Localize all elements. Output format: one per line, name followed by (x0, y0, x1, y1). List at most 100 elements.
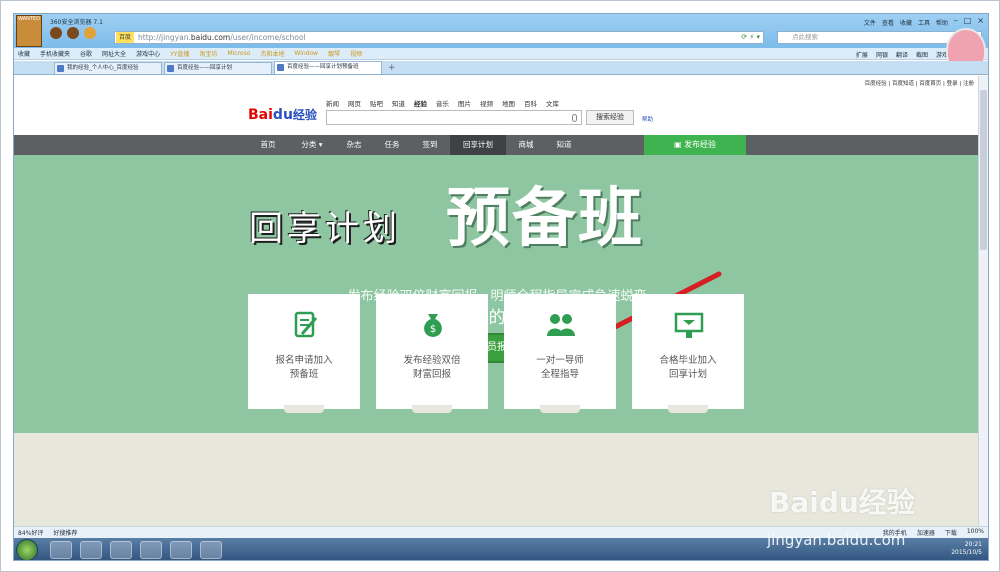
feature-card[interactable]: $ 发布经验双倍 财富回报 (376, 294, 488, 413)
scrollbar-thumb[interactable] (980, 90, 987, 250)
extension-item[interactable]: 翻译 (896, 50, 908, 59)
window-controls: – □ × (954, 16, 984, 25)
main-nav-home[interactable]: 首页 (250, 135, 286, 155)
baidu-logo[interactable]: Baidu经验 (248, 106, 317, 123)
main-nav-tasks[interactable]: 任务 (374, 135, 410, 155)
main-nav-checkin[interactable]: 签到 (412, 135, 448, 155)
bird-taskbar-icon[interactable] (80, 541, 102, 559)
bookmark-item[interactable]: 手机收藏夹 (40, 49, 70, 58)
maximize-icon[interactable]: □ (964, 16, 972, 25)
back-icon[interactable] (50, 27, 62, 39)
bookmark-folder[interactable]: Microso (227, 50, 250, 57)
zoom-level[interactable]: 100% (967, 528, 984, 537)
site-search-input[interactable] (326, 110, 582, 125)
nav-link[interactable]: 网页 (348, 98, 361, 108)
feature-card[interactable]: 报名申请加入 预备班 (248, 294, 360, 413)
page-icon (167, 65, 174, 72)
feature-card[interactable]: 合格毕业加入 回享计划 (632, 294, 744, 413)
forward-icon[interactable] (67, 27, 79, 39)
nav-link[interactable]: 文库 (546, 98, 559, 108)
address-bar[interactable]: 百度 http://jingyan.baidu.com/user/income/… (114, 31, 764, 44)
menu-help[interactable]: 帮助 (936, 18, 948, 27)
product-nav: 新闻 网页 贴吧 知道 经验 音乐 图片 视频 地图 百科 文库 (326, 98, 559, 108)
bookmark-item[interactable]: 游戏中心 (136, 49, 160, 58)
bookmark-folder[interactable]: 视频 (350, 49, 362, 58)
extension-item[interactable]: 扩展 (856, 50, 868, 59)
top-links[interactable]: 百度经验 | 百度知道 | 百度首页 | 登录 | 注册 (865, 79, 974, 87)
main-nav-zhidao[interactable]: 知道 (546, 135, 582, 155)
extensions-bar: 扩展 网银 翻译 截图 游戏 (856, 50, 948, 59)
microphone-icon[interactable] (572, 114, 577, 122)
start-button-icon[interactable] (16, 539, 38, 560)
bookmark-folder[interactable]: YY直播 (170, 49, 189, 58)
feature-cards: 报名申请加入 预备班 $ 发布经验双倍 财富回报 一对一导师 全程指导 合格毕业加入回… (248, 294, 744, 413)
main-nav-share-plan[interactable]: 回享计划 (450, 135, 506, 155)
rating-status[interactable]: 84%好评 (18, 528, 43, 537)
tab-my-experience[interactable]: 我的经验_个人中心_百度经验 (54, 62, 162, 74)
accelerator-status[interactable]: 加速器 (917, 528, 935, 537)
publish-icon: ▣ (673, 140, 685, 149)
menu-view[interactable]: 查看 (882, 18, 894, 27)
menu-tools[interactable]: 工具 (918, 18, 930, 27)
k-app-taskbar-icon[interactable] (140, 541, 162, 559)
title-bar: WANTED 360安全浏览器 7.1 百度 http://jingyan.ba… (14, 14, 988, 48)
main-nav-mall[interactable]: 商城 (508, 135, 544, 155)
nav-link[interactable]: 视频 (480, 98, 493, 108)
home-icon[interactable] (84, 27, 96, 39)
bookmark-item[interactable]: 收藏 (18, 49, 30, 58)
tab-share-plan[interactable]: 百度经验——回享计划 (164, 62, 272, 74)
feature-card[interactable]: 一对一导师 全程指导 (504, 294, 616, 413)
minimize-icon[interactable]: – (954, 16, 958, 25)
nav-link[interactable]: 百科 (524, 98, 537, 108)
refresh-icon[interactable]: ⟳ ⚡ ▾ (741, 33, 760, 41)
ie-taskbar-icon[interactable] (50, 541, 72, 559)
nav-link[interactable]: 知道 (392, 98, 405, 108)
nav-link[interactable]: 地图 (502, 98, 515, 108)
toolbar-icons (50, 27, 96, 39)
card-line1: 合格毕业加入 (659, 355, 717, 366)
extension-item[interactable]: 截图 (916, 50, 928, 59)
new-tab-icon[interactable]: + (384, 63, 396, 74)
money-bag-icon: $ (424, 314, 442, 337)
svg-text:$: $ (430, 324, 436, 335)
browser-360-taskbar-icon[interactable] (170, 541, 192, 559)
search-engine-badge[interactable]: 百度 (116, 32, 135, 43)
page-icon (277, 64, 284, 71)
main-nav-magazine[interactable]: 杂志 (336, 135, 372, 155)
nav-link[interactable]: 新闻 (326, 98, 339, 108)
tab-bar: 我的经验_个人中心_百度经验 百度经验——回享计划 百度经验——回享计划预备班 … (14, 61, 988, 75)
card-line2: 回享计划 (668, 369, 707, 380)
vertical-scrollbar[interactable] (978, 76, 988, 538)
card-line1: 发布经验双倍 (403, 355, 461, 366)
bookmark-folder[interactable]: 靓琴 (328, 49, 340, 58)
close-icon[interactable]: × (977, 16, 984, 25)
bookmark-folder[interactable]: 杰和本地 (260, 49, 284, 58)
nav-link[interactable]: 图片 (458, 98, 471, 108)
card-notch (540, 405, 580, 413)
help-link[interactable]: 帮助 (642, 115, 653, 123)
nav-link[interactable]: 贴吧 (370, 98, 383, 108)
nav-link[interactable]: 音乐 (436, 98, 449, 108)
download-status[interactable]: 下载 (945, 528, 957, 537)
url-text[interactable]: http://jingyan.baidu.com/user/income/sch… (138, 33, 306, 42)
recommend-status[interactable]: 好搜推荐 (53, 528, 77, 537)
form-icon (294, 311, 318, 338)
bookmark-item[interactable]: 网址大全 (102, 49, 126, 58)
app-title: 360安全浏览器 7.1 (50, 19, 103, 26)
menu-favorites[interactable]: 收藏 (900, 18, 912, 27)
extension-item[interactable]: 网银 (876, 50, 888, 59)
bookmark-folder[interactable]: 淘宝坊 (199, 49, 217, 58)
search-button[interactable]: 搜索经验 (586, 110, 634, 125)
publish-button[interactable]: ▣ 发布经验 (644, 135, 746, 155)
menu-file[interactable]: 文件 (864, 18, 876, 27)
folder-taskbar-icon[interactable] (110, 541, 132, 559)
card-notch (284, 405, 324, 413)
system-clock[interactable]: 20:21 2015/10/5 (951, 541, 982, 557)
bookmark-folder[interactable]: Window (294, 50, 318, 57)
paint-taskbar-icon[interactable] (200, 541, 222, 559)
bookmark-item[interactable]: 谷歌 (80, 49, 92, 58)
main-nav-category[interactable]: 分类 ▾ (290, 135, 334, 155)
tab-prep-class[interactable]: 百度经验——回享计划预备班 (274, 61, 382, 74)
hero-title-small: 回享计划 (249, 209, 401, 249)
nav-link-active[interactable]: 经验 (414, 98, 427, 108)
